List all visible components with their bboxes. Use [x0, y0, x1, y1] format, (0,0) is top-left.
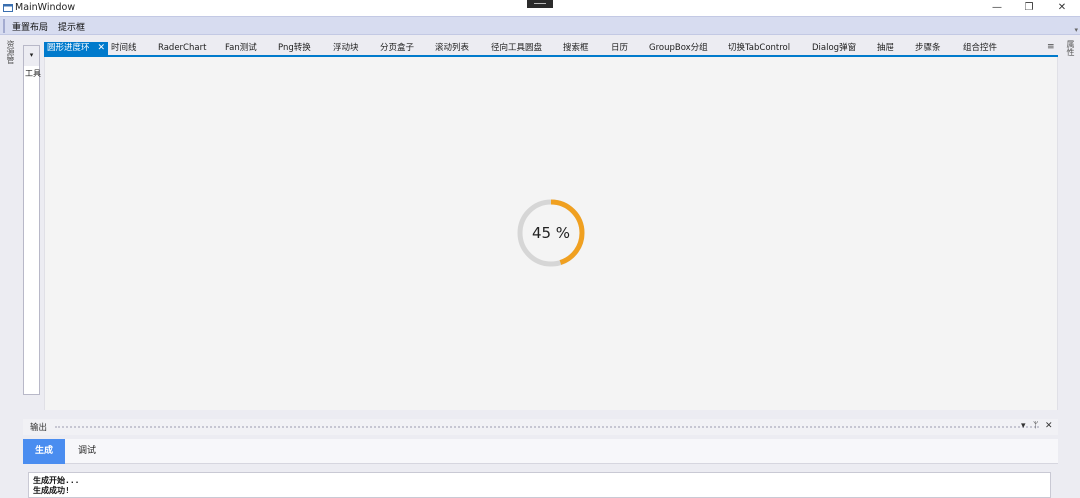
progress-text: 45 % — [531, 224, 571, 242]
tab-groupbox[interactable]: GroupBox分组 — [649, 42, 708, 55]
tab-combo-control[interactable]: 组合控件 — [963, 42, 997, 55]
drag-handle[interactable] — [527, 0, 553, 8]
tab-list-icon[interactable]: ≡ — [1047, 42, 1055, 52]
title-bar[interactable]: MainWindow — ❐ ✕ — [0, 0, 1080, 16]
tab-png-convert[interactable]: Png转换 — [278, 42, 311, 55]
panel-drag-grip[interactable] — [55, 426, 1039, 428]
menu-overflow-icon[interactable]: ▾ — [1074, 26, 1078, 34]
right-dock-tab[interactable]: 属性 — [1064, 40, 1076, 70]
tab-radial-tool-wheel[interactable]: 径向工具圆盘 — [491, 42, 542, 55]
menu-item-reset-layout[interactable]: 重置布局 — [12, 20, 48, 33]
tool-panel-label: 工具 — [25, 69, 41, 78]
output-panel-header: 输出 ▾ ᛘ ✕ — [23, 419, 1058, 435]
tab-steps[interactable]: 步骤条 — [915, 42, 941, 55]
tab-float-block[interactable]: 浮动块 — [333, 42, 359, 55]
output-console[interactable]: 生成开始... 生成成功! — [28, 472, 1051, 498]
tab-label: 圆形进度环 — [47, 43, 90, 53]
chevron-down-icon[interactable]: ▾ — [1021, 421, 1026, 431]
circular-progress: 45 % — [516, 198, 586, 268]
close-button[interactable]: ✕ — [1048, 1, 1076, 15]
chevron-down-icon[interactable]: ▾ — [24, 46, 39, 66]
pin-icon[interactable]: ᛘ — [1033, 421, 1038, 431]
tab-switch-tabcontrol[interactable]: 切换TabControl — [728, 42, 790, 55]
menu-bar: 重置布局 提示框 ▾ — [0, 16, 1080, 35]
subtab-debug[interactable]: 调试 — [69, 439, 105, 464]
tab-fan-test[interactable]: Fan测试 — [225, 42, 257, 55]
tab-search-box[interactable]: 搜索框 — [563, 42, 589, 55]
app-icon — [3, 4, 13, 12]
menu-item-tooltip[interactable]: 提示框 — [58, 20, 85, 33]
window-title: MainWindow — [15, 2, 76, 13]
tab-timeline[interactable]: 时间线 — [111, 42, 137, 55]
tab-raderchart[interactable]: RaderChart — [158, 42, 206, 55]
document-tab-strip: 圆形进度环 ✕ 时间线 RaderChart Fan测试 Png转换 浮动块 分… — [44, 41, 1058, 55]
console-line: 生成成功! — [33, 486, 70, 495]
restore-button[interactable]: ❐ — [1015, 1, 1043, 15]
close-icon[interactable]: ✕ — [97, 42, 105, 55]
tab-pagination-box[interactable]: 分页盒子 — [380, 42, 414, 55]
minimize-button[interactable]: — — [983, 1, 1011, 15]
tool-panel: ▾ 工具 — [23, 45, 41, 395]
left-dock-tab[interactable]: 资源管 — [4, 40, 16, 70]
tab-dialog[interactable]: Dialog弹窗 — [812, 42, 856, 55]
tab-scroll-list[interactable]: 滚动列表 — [435, 42, 469, 55]
tab-drawer[interactable]: 抽屉 — [877, 42, 894, 55]
tab-calendar[interactable]: 日历 — [611, 42, 628, 55]
output-panel-title: 输出 — [30, 423, 48, 433]
menu-grip[interactable] — [3, 19, 5, 33]
tab-circular-progress[interactable]: 圆形进度环 ✕ — [44, 42, 108, 55]
close-icon[interactable]: ✕ — [1045, 421, 1053, 431]
subtab-build[interactable]: 生成 — [23, 439, 65, 464]
output-subtabs: 生成 调试 — [23, 439, 1058, 464]
